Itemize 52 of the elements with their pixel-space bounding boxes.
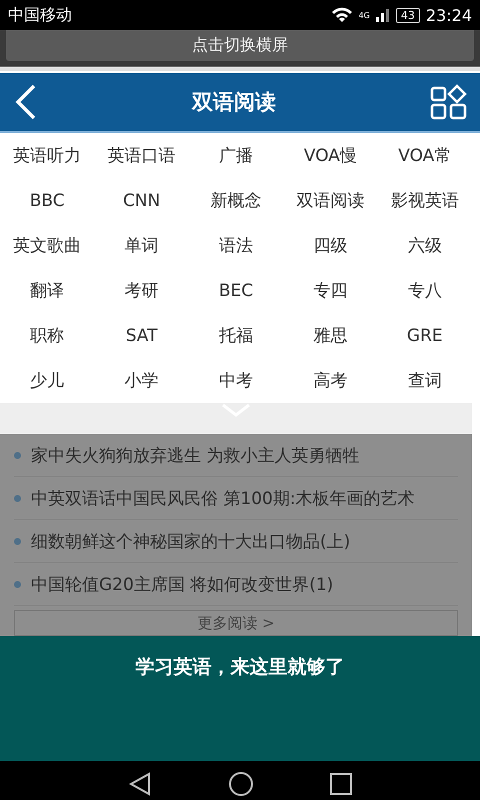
category-link[interactable]: 单词 [94, 223, 189, 268]
category-link[interactable]: 影视英语 [378, 178, 472, 223]
category-link[interactable]: 专八 [378, 268, 472, 313]
recent-apps-icon[interactable] [330, 772, 352, 794]
category-link[interactable]: 少儿 [0, 358, 94, 403]
category-link[interactable]: SAT [94, 313, 189, 358]
category-link[interactable]: 托福 [188, 313, 284, 358]
home-icon[interactable] [228, 770, 254, 796]
back-icon[interactable] [128, 772, 152, 796]
category-link[interactable]: 查词 [378, 358, 472, 403]
article-link[interactable]: 细数朝鲜这个神秘国家的十大出口物品(上) [31, 530, 350, 552]
category-link[interactable]: 专四 [283, 268, 378, 313]
category-link[interactable]: 翻译 [0, 268, 94, 313]
category-link[interactable]: 英语口语 [94, 133, 189, 178]
wifi-icon [330, 7, 353, 23]
article-link[interactable]: 中国轮值G20主席国 将如何改变世界(1) [31, 572, 334, 596]
category-link[interactable]: 英文歌曲 [0, 223, 94, 268]
page-title: 双语阅读 [192, 89, 276, 116]
carrier-name: 中国移动 [8, 4, 73, 26]
clock: 23:24 [426, 6, 472, 24]
category-link[interactable]: 小学 [94, 358, 189, 403]
category-link[interactable]: BBC [0, 178, 94, 223]
bullet-icon [14, 538, 21, 544]
category-link[interactable]: VOA常 [378, 133, 472, 178]
category-link[interactable]: 双语阅读 [283, 178, 378, 223]
banner-slogan: 学习英语，来这里就够了 [136, 656, 344, 678]
category-link[interactable]: 中考 [188, 358, 284, 403]
article-link[interactable]: 家中失火狗狗放弃逃生 为救小主人英勇牺牲 [31, 444, 360, 466]
battery-level: 43 [396, 8, 420, 22]
category-link[interactable]: 语法 [188, 223, 284, 268]
category-link[interactable]: BEC [188, 268, 284, 313]
category-link[interactable]: VOA慢 [283, 133, 378, 178]
category-link[interactable]: 四级 [283, 223, 378, 268]
rotate-screen-button[interactable]: 点击切换横屏 [6, 30, 474, 61]
category-link[interactable]: 职称 [0, 313, 94, 358]
category-link[interactable]: 高考 [283, 358, 378, 403]
category-link[interactable]: 英语听力 [0, 133, 94, 178]
category-link[interactable]: 雅思 [283, 313, 378, 358]
category-link[interactable]: CNN [94, 178, 189, 223]
category-link[interactable]: GRE [378, 313, 472, 358]
category-link[interactable]: 六级 [378, 223, 472, 268]
bullet-icon [14, 580, 21, 588]
category-link[interactable]: 考研 [94, 268, 189, 313]
signal-icon [376, 8, 390, 22]
network-type: 4G [358, 10, 370, 20]
article-link[interactable]: 中英双语话中国民风民俗 第100期:木板年画的艺术 [31, 486, 415, 510]
grid-icon[interactable] [430, 84, 468, 120]
category-link[interactable]: 广播 [188, 133, 284, 178]
back-icon[interactable] [14, 84, 38, 120]
bullet-icon [14, 452, 21, 458]
category-link[interactable]: 新概念 [188, 178, 284, 223]
bullet-icon [14, 494, 21, 502]
